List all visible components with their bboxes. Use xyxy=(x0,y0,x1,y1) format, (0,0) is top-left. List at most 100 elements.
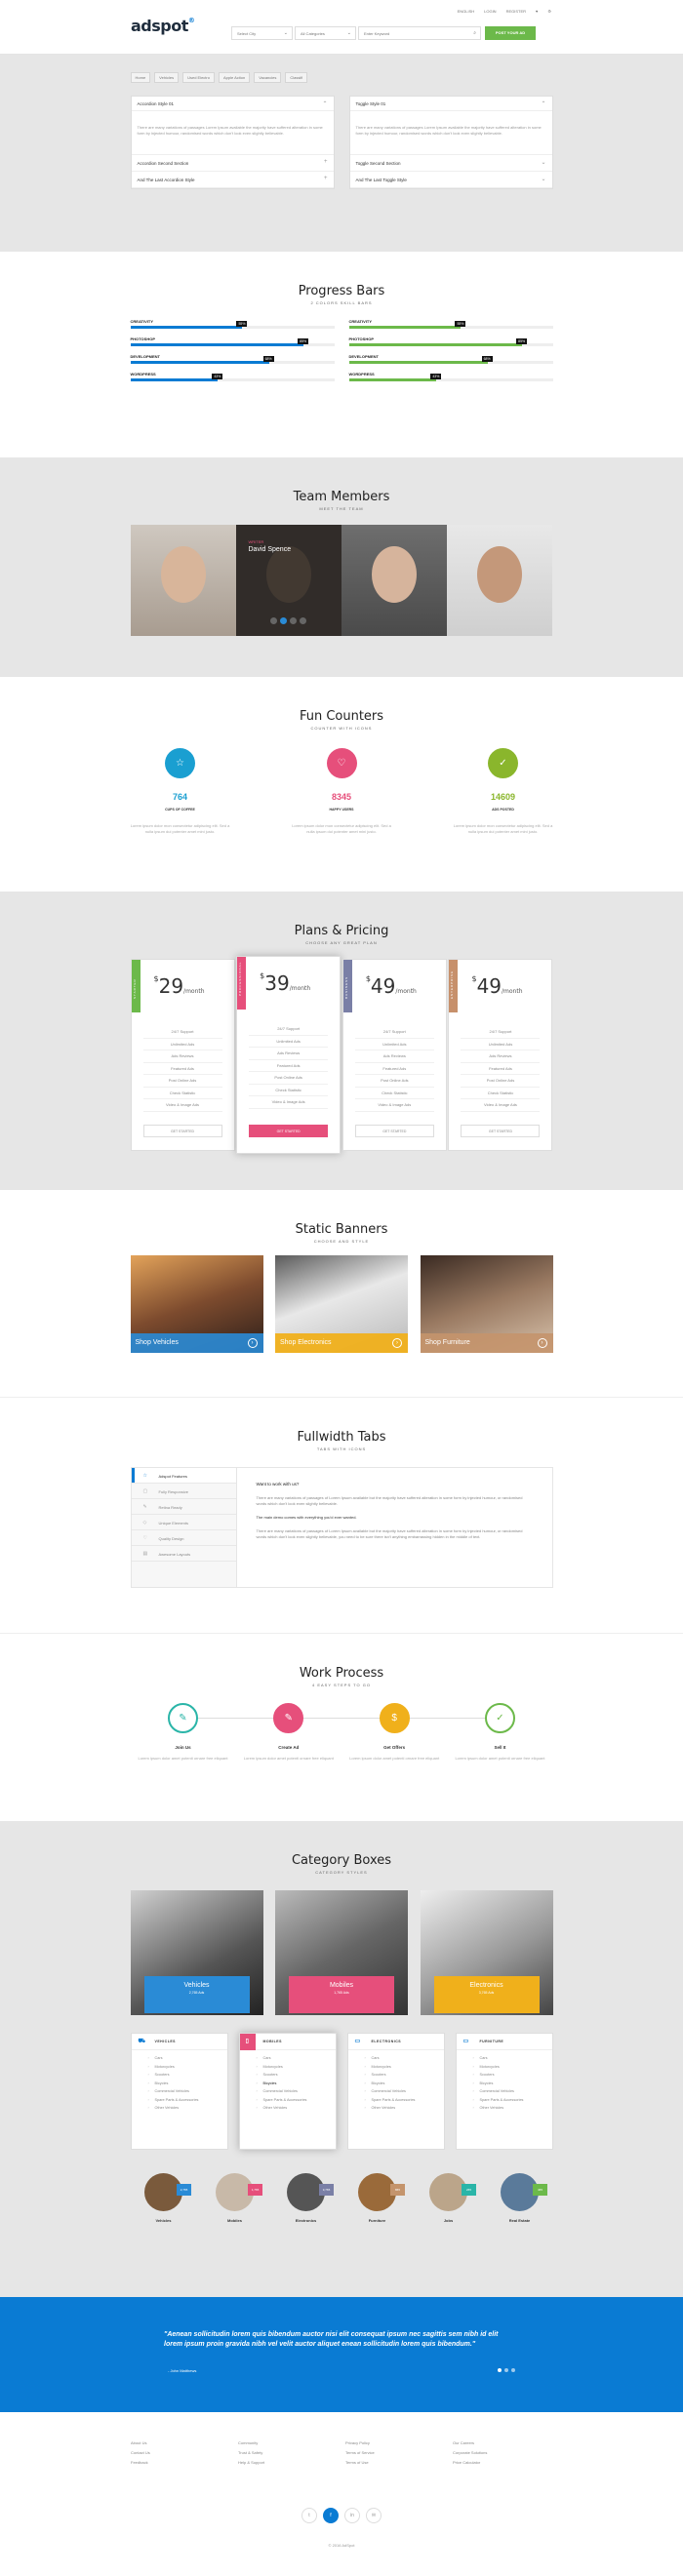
tab-1[interactable]: ▢ Fully Responsive xyxy=(131,1484,236,1499)
footer-link[interactable]: Our Careers xyxy=(453,2440,560,2450)
category-link[interactable]: Bicycles xyxy=(257,2081,336,2090)
category-link[interactable]: Other Vehicles xyxy=(473,2106,552,2115)
category-link[interactable]: Commercial Vehicles xyxy=(257,2089,336,2098)
footer-link[interactable]: Terms of Service xyxy=(345,2450,453,2460)
category-link[interactable]: Other Vehicles xyxy=(257,2106,336,2115)
category-box[interactable]: Vehicles 2,765 Ads xyxy=(130,1890,263,2015)
banner-electronics[interactable]: Shop Electronics › xyxy=(275,1255,408,1353)
category-circle[interactable]: 465 Real Estate xyxy=(497,2173,547,2223)
language-link[interactable]: ENGLISH xyxy=(458,9,475,14)
social-icon[interactable] xyxy=(270,617,277,624)
breadcrumb-item[interactable]: Vacancies xyxy=(254,72,282,83)
favorites-icon[interactable]: ♥ xyxy=(536,9,538,14)
category-link[interactable]: Bicycles xyxy=(473,2081,552,2090)
category-link[interactable]: Bicycles xyxy=(365,2081,444,2090)
category-box[interactable]: Mobiles 1,765 Ads xyxy=(275,1890,408,2015)
category-link[interactable]: Cars xyxy=(148,2056,227,2065)
social-icon[interactable] xyxy=(300,617,306,624)
get-started-button[interactable]: GET STARTED xyxy=(354,1125,434,1137)
category-link[interactable]: Motorcycles xyxy=(148,2065,227,2074)
city-select[interactable]: Select City ⌄ xyxy=(231,26,293,40)
category-link[interactable]: Commercial Vehicles xyxy=(148,2089,227,2098)
breadcrumb-item[interactable]: Home xyxy=(130,72,151,83)
category-link[interactable]: Motorcycles xyxy=(365,2065,444,2074)
accordion-item[interactable]: Accordion Second Section + xyxy=(131,155,334,172)
category-link[interactable]: Other Vehicles xyxy=(148,2106,227,2115)
tab-0[interactable]: ☆ Adspot Features xyxy=(131,1468,236,1484)
accordion-header[interactable]: Accordion Style 01 ⌃ xyxy=(131,97,334,111)
category-circle[interactable]: 865 Furniture xyxy=(354,2173,405,2223)
toggle-item[interactable]: Toggle Second Section ⌄ xyxy=(349,155,552,172)
category-link[interactable]: Commercial Vehicles xyxy=(365,2089,444,2098)
tab-2[interactable]: ✎ Retina Ready xyxy=(131,1499,236,1515)
category-link[interactable]: Scooters xyxy=(257,2073,336,2081)
footer-link[interactable]: Help & Support xyxy=(238,2460,345,2470)
get-started-button[interactable]: GET STARTED xyxy=(461,1125,541,1137)
footer-link[interactable]: Community xyxy=(238,2440,345,2450)
footer-link[interactable]: Privacy Policy xyxy=(345,2440,453,2450)
toggle-header[interactable]: Toggle Style 01 ⌃ xyxy=(349,97,552,111)
category-list-header[interactable]: ⛟ VEHICLES xyxy=(131,2034,227,2050)
footer-link[interactable]: Corporate Solutions xyxy=(453,2450,560,2460)
category-list-header[interactable]: ▯ MOBILES xyxy=(239,2034,336,2050)
category-link[interactable]: Motorcycles xyxy=(473,2065,552,2074)
footer-link[interactable]: Feedback xyxy=(131,2460,238,2470)
footer-link[interactable]: Terms of Use xyxy=(345,2460,453,2470)
category-list-header[interactable]: ▭ FURNITURE xyxy=(456,2034,552,2050)
category-link[interactable]: Scooters xyxy=(148,2073,227,2081)
category-link[interactable]: Scooters xyxy=(473,2073,552,2081)
breadcrumb-item[interactable]: Apple Action xyxy=(218,72,251,83)
login-link[interactable]: LOGIN xyxy=(484,9,496,14)
team-member-photo[interactable]: WRITER David Spence xyxy=(235,525,342,636)
tab-4[interactable]: ♡ Quality Design xyxy=(131,1530,236,1546)
mail-icon[interactable]: ✉ xyxy=(366,2508,382,2523)
category-link[interactable]: Spare Parts & Accessories xyxy=(473,2098,552,2107)
banner-vehicles[interactable]: Shop Vehicles › xyxy=(130,1255,263,1353)
post-ad-button[interactable]: POST YOUR AD xyxy=(485,26,536,40)
register-link[interactable]: REGISTER xyxy=(506,9,526,14)
tab-5[interactable]: ▤ Awesome Layouts xyxy=(131,1546,236,1562)
category-link[interactable]: Spare Parts & Accessories xyxy=(365,2098,444,2107)
category-box[interactable]: Electronics 3,765 Ads xyxy=(420,1890,553,2015)
accordion-item[interactable]: And The Last Accordion Style + xyxy=(131,172,334,188)
linkedin-icon[interactable]: in xyxy=(344,2508,360,2523)
category-link[interactable]: Spare Parts & Accessories xyxy=(257,2098,336,2107)
category-circle[interactable]: 3,765 Electronics xyxy=(283,2173,334,2223)
category-link[interactable]: Motorcycles xyxy=(257,2065,336,2074)
category-link[interactable]: Spare Parts & Accessories xyxy=(148,2098,227,2107)
toggle-item[interactable]: And The Last Toggle Style ⌄ xyxy=(349,172,552,188)
team-member-photo[interactable] xyxy=(130,525,236,636)
team-member-photo[interactable] xyxy=(446,525,552,636)
category-link[interactable]: Cars xyxy=(365,2056,444,2065)
category-link[interactable]: Other Vehicles xyxy=(365,2106,444,2115)
category-circle[interactable]: 2,765 Vehicles xyxy=(141,2173,191,2223)
tab-3[interactable]: ◇ Unique Elements xyxy=(131,1515,236,1530)
team-member-photo[interactable] xyxy=(341,525,447,636)
breadcrumb-item[interactable]: Vehicles xyxy=(154,72,180,83)
breadcrumb-item[interactable]: Used Electro xyxy=(182,72,215,83)
carousel-dot[interactable] xyxy=(511,2368,515,2372)
category-link[interactable]: Scooters xyxy=(365,2073,444,2081)
site-logo[interactable]: adspot® xyxy=(131,17,195,35)
breadcrumb-item[interactable]: Classifi xyxy=(285,72,308,83)
get-started-button[interactable]: GET STARTED xyxy=(142,1125,222,1137)
social-icon[interactable] xyxy=(280,617,287,624)
carousel-dot[interactable] xyxy=(504,2368,508,2372)
footer-link[interactable]: Contact Us xyxy=(131,2450,238,2460)
footer-link[interactable]: Price Calculator xyxy=(453,2460,560,2470)
category-select[interactable]: All Categories ⌄ xyxy=(295,26,356,40)
category-link[interactable]: Bicycles xyxy=(148,2081,227,2090)
social-icon[interactable] xyxy=(290,617,297,624)
settings-icon[interactable]: ⚙ xyxy=(547,9,551,14)
footer-link[interactable]: About Us xyxy=(131,2440,238,2450)
get-started-button[interactable]: GET STARTED xyxy=(249,1125,329,1137)
category-circle[interactable]: 265 Jobs xyxy=(425,2173,476,2223)
carousel-dot[interactable] xyxy=(498,2368,502,2372)
category-link[interactable]: Cars xyxy=(473,2056,552,2065)
category-link[interactable]: Commercial Vehicles xyxy=(473,2089,552,2098)
facebook-icon[interactable]: f xyxy=(323,2508,339,2523)
category-list-header[interactable]: ▭ ELECTRONICS xyxy=(347,2034,444,2050)
category-link[interactable]: Cars xyxy=(257,2056,336,2065)
category-circle[interactable]: 1,765 Mobiles xyxy=(212,2173,262,2223)
banner-furniture[interactable]: Shop Furniture › xyxy=(420,1255,553,1353)
